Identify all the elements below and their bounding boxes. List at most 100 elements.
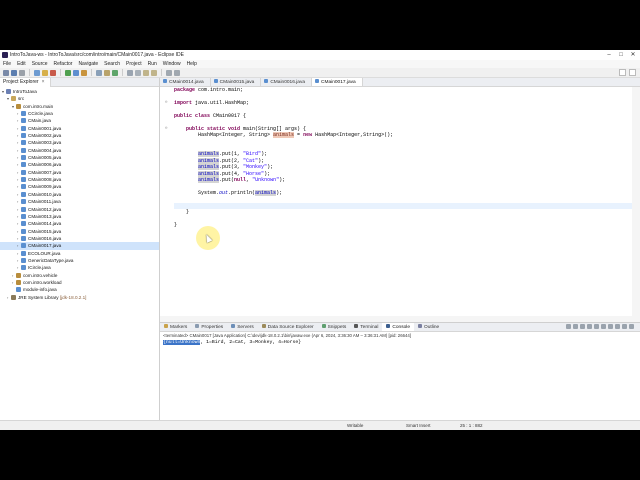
- new-package-icon[interactable]: [104, 69, 110, 76]
- tree-item[interactable]: › CMain0013.java: [0, 213, 159, 220]
- display-console-icon[interactable]: [608, 324, 613, 329]
- menu-refactor[interactable]: Refactor: [54, 60, 73, 68]
- writable-status: Writable: [347, 423, 364, 428]
- toolbar-separator: [161, 69, 162, 76]
- tree-item[interactable]: › CMain0010.java: [0, 191, 159, 198]
- tree-item[interactable]: › CMain0005.java: [0, 154, 159, 161]
- perspective-switcher: [619, 69, 636, 76]
- project-explorer-tab[interactable]: Project Explorer ×: [0, 78, 51, 87]
- scroll-lock-icon[interactable]: [587, 324, 592, 329]
- debug-run-icon[interactable]: [73, 69, 79, 76]
- new-java-project-icon[interactable]: [96, 69, 102, 76]
- clear-console-icon[interactable]: [580, 324, 585, 329]
- tree-item[interactable]: › CMain0008.java: [0, 176, 159, 183]
- tree-item[interactable]: › CMain.java: [0, 117, 159, 124]
- open-console-icon[interactable]: [615, 324, 620, 329]
- run-icon[interactable]: [65, 69, 71, 76]
- menu-project[interactable]: Project: [126, 60, 142, 68]
- tree-item[interactable]: module-info.java: [0, 286, 159, 293]
- tree-item[interactable]: › ECOLOUR.java: [0, 250, 159, 257]
- pin-console-icon[interactable]: [601, 324, 606, 329]
- editor-tab[interactable]: CMain0015.java: [211, 78, 262, 86]
- save-icon[interactable]: [11, 69, 17, 76]
- annotation-prev-icon[interactable]: [151, 69, 157, 76]
- tree-item[interactable]: › CCircle.java: [0, 110, 159, 117]
- external-tools-icon[interactable]: [81, 69, 87, 76]
- menu-source[interactable]: Source: [32, 60, 48, 68]
- editor-tab[interactable]: CMain0016.java: [261, 78, 313, 86]
- tree-item[interactable]: › com.intro.vehicle: [0, 272, 159, 279]
- new-icon[interactable]: [3, 69, 9, 76]
- menu-run[interactable]: Run: [148, 60, 157, 68]
- menu-help[interactable]: Help: [187, 60, 197, 68]
- editor-vertical-scrollbar[interactable]: [632, 87, 640, 322]
- forward-icon[interactable]: [174, 69, 180, 76]
- menu-file[interactable]: File: [3, 60, 11, 68]
- tree-item[interactable]: › CMain0017.java: [0, 242, 159, 250]
- close-tab-icon[interactable]: ×: [42, 79, 45, 85]
- project-tree: ▾ IntroToJava ▾ src ▾ com.intro.main › CCircle.…: [0, 87, 159, 301]
- tree-item[interactable]: › CMain0015.java: [0, 228, 159, 235]
- minimize-icon[interactable]: –: [604, 50, 614, 60]
- tree-item[interactable]: › CMain0007.java: [0, 169, 159, 176]
- tree-item[interactable]: › CMain0011.java: [0, 198, 159, 205]
- tree-item[interactable]: › CMain0004.java: [0, 147, 159, 154]
- skip-breakpoints-icon[interactable]: [42, 69, 48, 76]
- word-wrap-icon[interactable]: [594, 324, 599, 329]
- tree-item[interactable]: › CMain0003.java: [0, 139, 159, 146]
- bottom-tab[interactable]: Console: [382, 323, 415, 331]
- back-icon[interactable]: [166, 69, 172, 76]
- main-toolbar: [0, 68, 640, 78]
- maximize-icon[interactable]: □: [616, 50, 626, 60]
- editor-tab[interactable]: CMain0014.java: [160, 78, 211, 86]
- bottom-tab[interactable]: Properties: [191, 323, 227, 331]
- tree-item[interactable]: › CMain0014.java: [0, 220, 159, 227]
- menu-search[interactable]: Search: [104, 60, 120, 68]
- console-output[interactable]: {null=Unknown, 1=Bird, 2=Cat, 3=Monkey, …: [160, 339, 640, 346]
- java-file-icon: [21, 118, 26, 124]
- tree-item[interactable]: ▾ IntroToJava: [0, 88, 159, 95]
- code-area[interactable]: package com.intro.main; ⊖ import java.uti…: [165, 87, 632, 322]
- tree-item[interactable]: › CMain0006.java: [0, 161, 159, 168]
- tree-item[interactable]: › CMain0016.java: [0, 235, 159, 242]
- java-file-icon: [21, 199, 26, 205]
- java-perspective-icon[interactable]: [629, 69, 636, 76]
- terminate-icon[interactable]: [50, 69, 56, 76]
- tree-item[interactable]: › CMain0009.java: [0, 183, 159, 190]
- bottom-tab[interactable]: Outline: [414, 323, 443, 331]
- editor-tab[interactable]: CMain0017.java: [312, 78, 363, 86]
- maximize-view-icon[interactable]: [629, 324, 634, 329]
- java-file-icon: [213, 79, 218, 83]
- tree-item[interactable]: › CMain0001.java: [0, 125, 159, 132]
- open-perspective-icon[interactable]: [619, 69, 626, 76]
- tree-item[interactable]: › JRE System Library [jdk-18.0.2.1]: [0, 294, 159, 301]
- tree-item[interactable]: › ICircle.java: [0, 264, 159, 271]
- eclipse-logo-icon: [2, 52, 8, 58]
- tree-item[interactable]: › GenericDataType.java: [0, 257, 159, 264]
- terminate-console-icon[interactable]: [566, 324, 571, 329]
- close-icon[interactable]: ✕: [628, 50, 638, 60]
- tree-item[interactable]: › CMain0012.java: [0, 206, 159, 213]
- menu-navigate[interactable]: Navigate: [78, 60, 98, 68]
- new-class-icon[interactable]: [112, 69, 118, 76]
- debug-icon[interactable]: [34, 69, 40, 76]
- search-icon[interactable]: [135, 69, 141, 76]
- bottom-tab[interactable]: Terminal: [350, 323, 382, 331]
- save-all-icon[interactable]: [19, 69, 25, 76]
- menu-window[interactable]: Window: [163, 60, 181, 68]
- remove-launch-icon[interactable]: [573, 324, 578, 329]
- bottom-tab[interactable]: Data Source Explorer: [258, 323, 318, 331]
- tree-item[interactable]: ▾ src: [0, 95, 159, 102]
- menu-edit[interactable]: Edit: [17, 60, 26, 68]
- bottom-tab[interactable]: Markers: [160, 323, 191, 331]
- view-icon: [164, 324, 168, 328]
- tree-item[interactable]: ▾ com.intro.main: [0, 103, 159, 110]
- annotation-next-icon[interactable]: [143, 69, 149, 76]
- bottom-panel: Markers Properties Servers Data Source Expl…: [160, 322, 640, 430]
- bottom-tab[interactable]: Snippets: [318, 323, 351, 331]
- minimize-view-icon[interactable]: [622, 324, 627, 329]
- tree-item[interactable]: › CMain0002.java: [0, 132, 159, 139]
- open-type-icon[interactable]: [127, 69, 133, 76]
- tree-item[interactable]: › com.intro.workload: [0, 279, 159, 286]
- bottom-tab[interactable]: Servers: [227, 323, 258, 331]
